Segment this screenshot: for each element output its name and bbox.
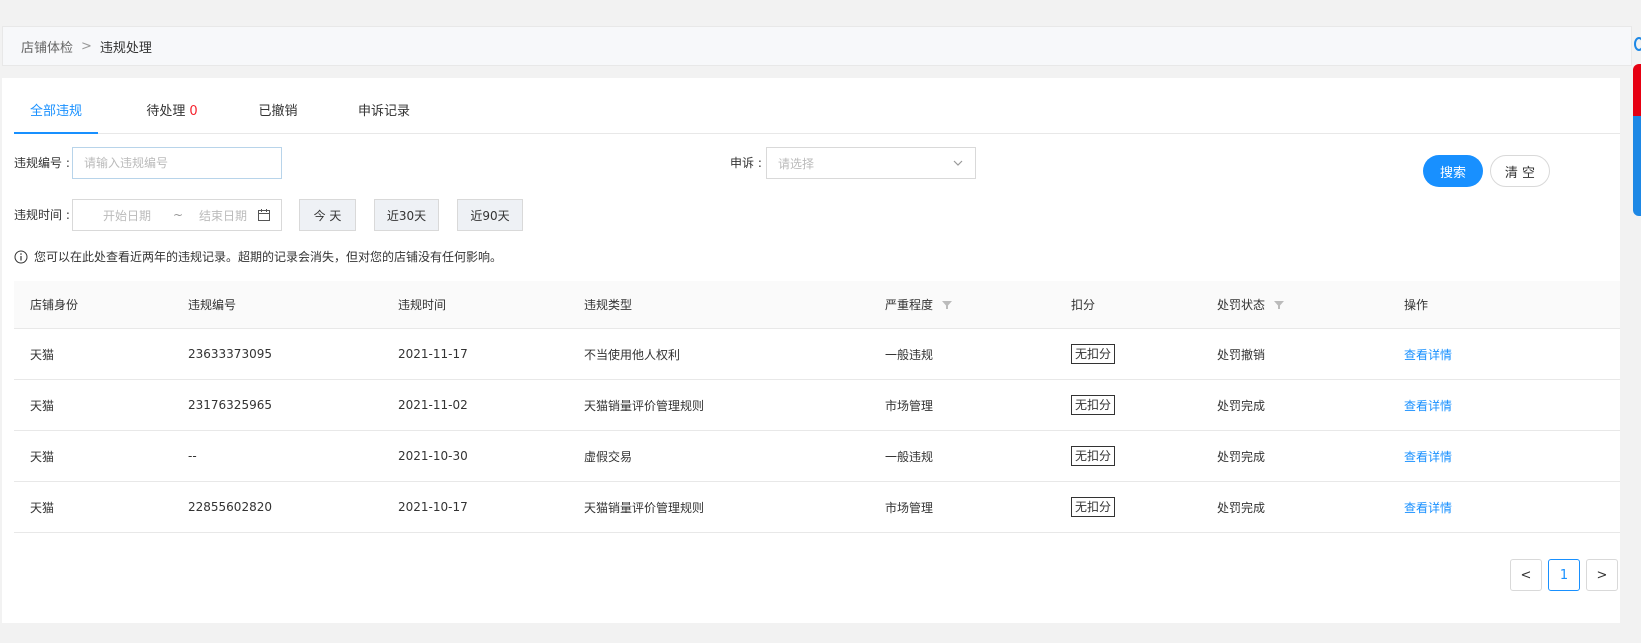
pending-count: 0 xyxy=(189,104,198,119)
cell-shop: 天猫 xyxy=(30,347,55,362)
cell-type: 虚假交易 xyxy=(584,449,633,464)
cell-violation-no: -- xyxy=(188,449,197,463)
side-ring-icon xyxy=(1634,37,1641,51)
quick-30days-button[interactable]: 近30天 xyxy=(374,199,439,231)
pagination-next-button[interactable]: > xyxy=(1586,559,1618,591)
side-float-blue[interactable] xyxy=(1633,116,1641,216)
cell-points: 无扣分 xyxy=(1071,380,1116,430)
table-row: 天猫 22855602820 2021-10-17 天猫销量评价管理规则 市场管… xyxy=(14,482,1620,533)
col-violation-no: 违规编号 xyxy=(188,298,237,312)
tab-revoked[interactable]: 已撤销 xyxy=(246,100,310,134)
table-row: 天猫 23633373095 2021-11-17 不当使用他人权利 一般违规 … xyxy=(14,329,1620,380)
cell-severity: 市场管理 xyxy=(885,398,934,413)
pagination-page-1[interactable]: 1 xyxy=(1548,559,1580,591)
cell-shop: 天猫 xyxy=(30,500,55,515)
breadcrumb: 店铺体检 > 违规处理 xyxy=(2,26,1632,66)
col-penalty-status: 处罚状态 xyxy=(1217,281,1285,328)
col-violation-type: 违规类型 xyxy=(584,298,633,312)
table-row: 天猫 -- 2021-10-30 虚假交易 一般违规 无扣分 处罚完成 查看详情 xyxy=(14,431,1620,482)
cell-status: 处罚完成 xyxy=(1217,500,1266,515)
cell-type: 天猫销量评价管理规则 xyxy=(584,398,705,413)
tab-appeal-records[interactable]: 申诉记录 xyxy=(348,100,420,134)
col-action: 操作 xyxy=(1404,298,1429,312)
breadcrumb-current: 违规处理 xyxy=(99,40,152,56)
clear-button[interactable]: 清 空 xyxy=(1490,155,1550,187)
view-details-link[interactable]: 查看详情 xyxy=(1404,499,1452,516)
cell-severity: 一般违规 xyxy=(885,449,934,464)
cell-time: 2021-10-30 xyxy=(398,449,468,463)
cell-points: 无扣分 xyxy=(1071,482,1116,532)
points-tag: 无扣分 xyxy=(1071,395,1116,415)
cell-shop: 天猫 xyxy=(30,449,55,464)
cell-shop: 天猫 xyxy=(30,398,55,413)
date-range-separator: ~ xyxy=(173,208,184,222)
calendar-icon xyxy=(258,209,270,221)
appeal-select-placeholder: 请选择 xyxy=(778,156,815,171)
cell-points: 无扣分 xyxy=(1071,431,1116,481)
violation-table: 店铺身份 违规编号 违规时间 违规类型 严重程度 扣分 处罚状态 操作 天猫 2… xyxy=(14,281,1620,533)
violation-time-label: 违规时间 : xyxy=(14,208,70,222)
end-date[interactable]: 结束日期 xyxy=(199,207,247,224)
cell-severity: 一般违规 xyxy=(885,347,934,362)
tab-bar: 全部违规 待处理 0 已撤销 申诉记录 xyxy=(14,78,1620,134)
cell-points: 无扣分 xyxy=(1071,329,1116,379)
main-panel: 全部违规 待处理0 已撤销 申诉记录 违规编号 : 申诉 : 请选择 搜索 清 … xyxy=(2,78,1620,623)
cell-violation-no: 22855602820 xyxy=(188,500,272,514)
appeal-select[interactable]: 请选择 xyxy=(766,147,976,179)
cell-severity: 市场管理 xyxy=(885,500,934,515)
chevron-down-icon xyxy=(953,160,963,166)
cell-type: 天猫销量评价管理规则 xyxy=(584,500,705,515)
info-icon xyxy=(14,250,28,263)
appeal-label: 申诉 : xyxy=(730,156,762,170)
violation-no-input[interactable] xyxy=(72,147,282,179)
view-details-link[interactable]: 查看详情 xyxy=(1404,346,1452,363)
view-details-link[interactable]: 查看详情 xyxy=(1404,448,1452,465)
col-points: 扣分 xyxy=(1071,298,1096,312)
date-range-picker[interactable]: 开始日期 ~ 结束日期 xyxy=(72,199,282,231)
side-float-red[interactable] xyxy=(1633,64,1641,116)
severity-filter-icon[interactable] xyxy=(941,299,953,311)
cell-status: 处罚完成 xyxy=(1217,449,1266,464)
notice: 您可以在此处查看近两年的违规记录。超期的记录会消失，但对您的店铺没有任何影响。 xyxy=(14,248,502,265)
cell-violation-no: 23176325965 xyxy=(188,398,272,412)
breadcrumb-separator: > xyxy=(81,38,92,54)
tab-pending[interactable]: 待处理 0 xyxy=(132,100,212,134)
cell-status: 处罚完成 xyxy=(1217,398,1266,413)
table-header: 店铺身份 违规编号 违规时间 违规类型 严重程度 扣分 处罚状态 操作 xyxy=(14,281,1620,329)
tab-all-violations[interactable]: 全部违规 xyxy=(14,100,98,134)
cell-type: 不当使用他人权利 xyxy=(584,347,681,362)
cell-time: 2021-11-02 xyxy=(398,398,468,412)
cell-action: 查看详情 xyxy=(1404,329,1452,379)
cell-status: 处罚撤销 xyxy=(1217,347,1266,362)
col-violation-time: 违规时间 xyxy=(398,298,447,312)
notice-text: 您可以在此处查看近两年的违规记录。超期的记录会消失，但对您的店铺没有任何影响。 xyxy=(34,250,503,264)
points-tag: 无扣分 xyxy=(1071,344,1116,364)
cell-time: 2021-10-17 xyxy=(398,500,468,514)
col-severity: 严重程度 xyxy=(885,281,953,328)
cell-time: 2021-11-17 xyxy=(398,347,468,361)
col-shop-identity: 店铺身份 xyxy=(30,298,79,312)
status-filter-icon[interactable] xyxy=(1273,299,1285,311)
view-details-link[interactable]: 查看详情 xyxy=(1404,397,1452,414)
cell-action: 查看详情 xyxy=(1404,380,1452,430)
start-date[interactable]: 开始日期 xyxy=(103,207,151,224)
table-row: 天猫 23176325965 2021-11-02 天猫销量评价管理规则 市场管… xyxy=(14,380,1620,431)
violation-no-label: 违规编号 : xyxy=(14,156,70,170)
cell-action: 查看详情 xyxy=(1404,482,1452,532)
quick-90days-button[interactable]: 近90天 xyxy=(457,199,523,231)
quick-today-button[interactable]: 今 天 xyxy=(299,199,356,231)
cell-action: 查看详情 xyxy=(1404,431,1452,481)
points-tag: 无扣分 xyxy=(1071,446,1116,466)
search-button[interactable]: 搜索 xyxy=(1423,155,1483,187)
cell-violation-no: 23633373095 xyxy=(188,347,272,361)
pagination-prev-button[interactable]: < xyxy=(1510,559,1542,591)
breadcrumb-root[interactable]: 店铺体检 xyxy=(21,37,73,56)
points-tag: 无扣分 xyxy=(1071,497,1116,517)
